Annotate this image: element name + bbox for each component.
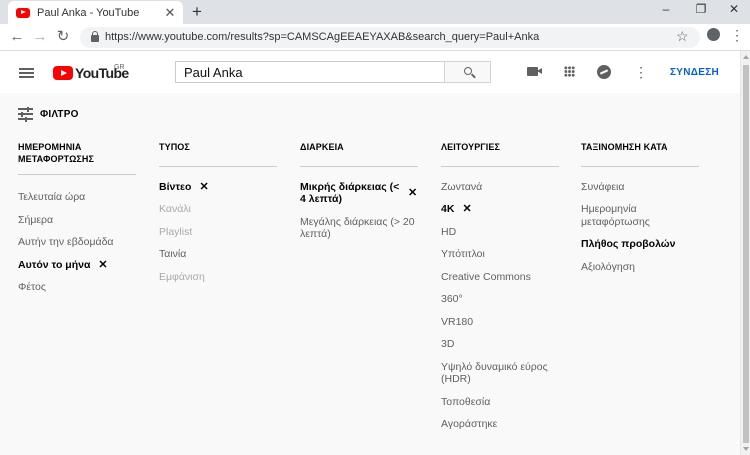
filter-column-header: ΛΕΙΤΟΥΡΓΙΕΣ (441, 142, 559, 167)
more-options-icon[interactable]: ⋮ (634, 64, 648, 80)
filter-toggle-button[interactable]: ΦΙΛΤΡΟ (18, 106, 79, 122)
filter-option-short[interactable]: Μικρής διάρκειας (< 4 λεπτά) ✕ (300, 176, 418, 211)
filter-option-purchased[interactable]: Αγοράστηκε (441, 413, 559, 436)
filter-option-this-week[interactable]: Αυτήν την εβδομάδα (18, 231, 136, 254)
filter-column-header: ΔΙΑΡΚΕΙΑ (300, 142, 418, 167)
maximize-button[interactable]: ❐ (691, 2, 711, 16)
filter-option-long[interactable]: Μεγάλης διάρκειας (> 20 λεπτά) (300, 211, 418, 246)
minimize-button[interactable]: – (656, 2, 676, 16)
filter-option-movie[interactable]: Ταινία (159, 243, 277, 266)
scroll-thumb[interactable] (743, 65, 749, 443)
filter-option-video[interactable]: Βίντεο ✕ (159, 176, 277, 199)
filter-option-subtitles[interactable]: Υπότιτλοι (441, 243, 559, 266)
forward-button[interactable]: → (31, 28, 49, 46)
browser-toolbar: ← → ↻ https://www.youtube.com/results?sp… (0, 24, 750, 51)
page-scrollbar[interactable] (740, 51, 750, 455)
create-video-icon[interactable] (527, 67, 542, 76)
filter-column-duration: ΔΙΑΡΚΕΙΑ Μικρής διάρκειας (< 4 λεπτά) ✕ Μ… (300, 142, 418, 246)
window-close-button[interactable]: ✕ (724, 2, 744, 16)
filter-option-today[interactable]: Σήμερα (18, 209, 136, 232)
youtube-play-icon (53, 66, 73, 80)
remove-filter-icon[interactable]: ✕ (98, 259, 107, 271)
messages-icon[interactable] (597, 65, 611, 79)
sort-option-upload-date[interactable]: Ημερομηνία μεταφόρτωσης (581, 198, 699, 233)
scroll-up-arrow-icon[interactable] (743, 55, 749, 59)
filter-column-header: ΤΑΞΙΝΟΜΗΣΗ ΚΑΤΑ (581, 142, 699, 167)
browser-tab[interactable]: Paul Anka - YouTube ✕ (8, 1, 183, 24)
sort-option-relevance[interactable]: Συνάφεια (581, 176, 699, 199)
sort-option-view-count[interactable]: Πλήθος προβολών (581, 233, 699, 256)
youtube-favicon-icon (16, 7, 30, 18)
new-tab-button[interactable]: + (188, 2, 206, 22)
search-box (175, 61, 445, 83)
back-button[interactable]: ← (8, 28, 26, 46)
filter-option-creative-commons[interactable]: Creative Commons (441, 266, 559, 289)
reload-button[interactable]: ↻ (54, 28, 72, 46)
tune-filter-icon (18, 106, 33, 122)
tab-close-icon[interactable]: ✕ (161, 5, 179, 21)
filter-option-this-month[interactable]: Αυτόν το μήνα ✕ (18, 254, 136, 277)
filter-option-last-hour[interactable]: Τελευταία ώρα (18, 186, 136, 209)
filter-option-show: Εμφάνιση (159, 270, 205, 283)
filter-option-360[interactable]: 360° (441, 288, 559, 311)
browser-menu-icon[interactable]: ⋮ (730, 27, 744, 43)
filter-option-hd[interactable]: HD (441, 221, 559, 244)
tab-strip: Paul Anka - YouTube ✕ + – ❐ ✕ (0, 0, 750, 24)
tab-title: Paul Anka - YouTube (37, 6, 140, 19)
remove-filter-icon[interactable]: ✕ (199, 181, 208, 193)
search-icon (464, 67, 472, 75)
remove-filter-icon[interactable]: ✕ (408, 187, 417, 199)
url-text[interactable]: https://www.youtube.com/results?sp=CAMSC… (105, 31, 539, 43)
filter-option-live[interactable]: Ζωντανά (441, 176, 559, 199)
lock-icon (91, 31, 99, 42)
apps-grid-icon[interactable] (564, 66, 575, 77)
filter-option-playlist: Playlist (159, 225, 193, 238)
scroll-down-arrow-icon[interactable] (743, 447, 749, 451)
filter-column-header: ΗΜΕΡΟΜΗΝΙΑ ΜΕΤΑΦΟΡΤΩΣΗΣ (18, 142, 136, 175)
filter-option-3d[interactable]: 3D (441, 333, 559, 356)
filter-column-type: ΤΥΠΟΣ Βίντεο ✕ Κανάλι Playlist Ταινία Εμφ… (159, 142, 277, 288)
search-button[interactable] (444, 61, 491, 83)
filter-option-hdr[interactable]: Υψηλό δυναμικό εύρος (HDR) (441, 356, 559, 391)
filter-column-features: ΛΕΙΤΟΥΡΓΙΕΣ Ζωντανά 4K ✕ HD Υπότιτλοι Cre… (441, 142, 559, 436)
filter-option-4k[interactable]: 4K ✕ (441, 198, 559, 221)
filter-option-vr180[interactable]: VR180 (441, 311, 559, 334)
hamburger-menu-icon[interactable] (19, 68, 34, 78)
bookmark-star-icon[interactable]: ☆ (676, 28, 689, 45)
filter-column-sort-by: ΤΑΞΙΝΟΜΗΣΗ ΚΑΤΑ Συνάφεια Ημερομηνία μετα… (581, 142, 699, 278)
account-icon[interactable] (707, 28, 720, 41)
youtube-masthead: YouTube GR ⋮ ΣΥΝΔΕΣΗ (0, 51, 740, 93)
address-bar[interactable]: https://www.youtube.com/results?sp=CAMSC… (80, 27, 700, 48)
signin-button[interactable]: ΣΥΝΔΕΣΗ (670, 67, 719, 78)
search-input[interactable] (176, 62, 444, 82)
country-code: GR (114, 64, 125, 71)
sort-option-rating[interactable]: Αξιολόγηση (581, 256, 699, 279)
filter-option-channel: Κανάλι (159, 203, 191, 215)
remove-filter-icon[interactable]: ✕ (462, 203, 471, 215)
filter-option-location[interactable]: Τοποθεσία (441, 391, 559, 414)
filter-label: ΦΙΛΤΡΟ (40, 108, 79, 120)
filter-column-header: ΤΥΠΟΣ (159, 142, 277, 167)
filter-column-upload-date: ΗΜΕΡΟΜΗΝΙΑ ΜΕΤΑΦΟΡΤΩΣΗΣ Τελευταία ώρα Σή… (18, 142, 136, 299)
filter-option-this-year[interactable]: Φέτος (18, 276, 136, 299)
